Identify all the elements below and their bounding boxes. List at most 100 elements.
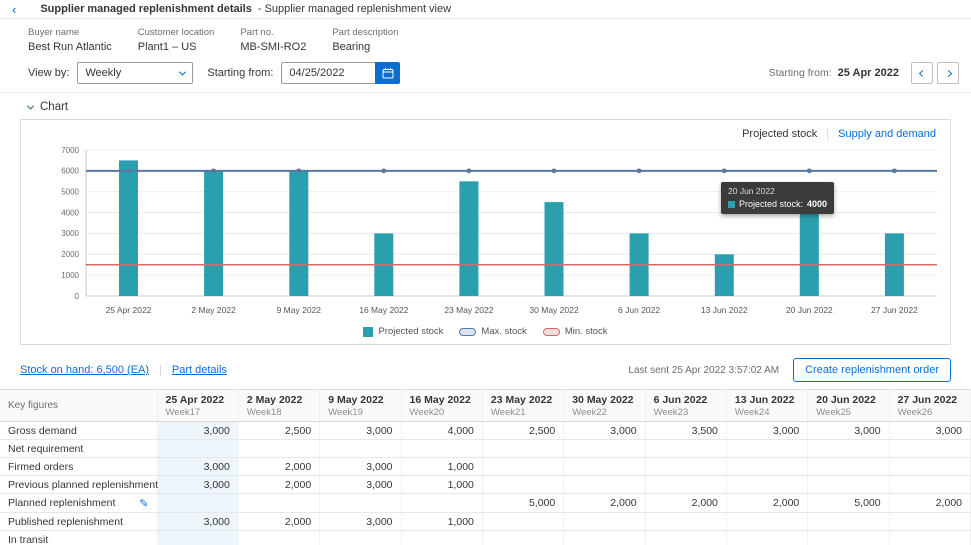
table-cell: 2,500 — [238, 422, 319, 440]
row-label: Published replenishment — [0, 513, 157, 531]
table-cell: 3,000 — [564, 422, 645, 440]
svg-text:6000: 6000 — [61, 167, 79, 176]
table-cell — [238, 494, 319, 513]
key-figures-header: Key figures — [0, 390, 157, 422]
back-icon[interactable]: ‹ — [12, 3, 16, 16]
row-label: In transit — [0, 531, 157, 545]
table-row: Previous planned replenishment3,0002,000… — [0, 476, 971, 494]
part-details-link[interactable]: Part details — [172, 364, 227, 376]
page-title-sub: - Supplier managed replenishment view — [258, 3, 451, 15]
buyer-name-value: Best Run Atlantic — [28, 41, 112, 53]
table-cell — [808, 513, 889, 531]
table-cell: 2,000 — [726, 494, 807, 513]
part-no-label: Part no. — [240, 27, 306, 38]
table-cell — [889, 513, 970, 531]
table-cell: 3,000 — [726, 422, 807, 440]
table-cell: 3,000 — [320, 513, 401, 531]
svg-text:20 Jun 2022: 20 Jun 2022 — [786, 305, 833, 315]
table-cell — [808, 476, 889, 494]
chevron-down-icon — [179, 68, 186, 75]
chart-panel-header[interactable]: Chart — [20, 98, 951, 119]
table-cell — [482, 476, 563, 494]
svg-text:2 May 2022: 2 May 2022 — [191, 305, 236, 315]
svg-text:13 Jun 2022: 13 Jun 2022 — [701, 305, 748, 315]
page-title-main: Supplier managed replenishment details — [40, 3, 252, 15]
table-cell — [564, 476, 645, 494]
view-by-select[interactable]: Weekly — [77, 62, 193, 84]
chart-card: Projected stock | Supply and demand 0100… — [20, 119, 951, 345]
svg-text:7000: 7000 — [61, 146, 79, 155]
table-cell: 3,000 — [320, 458, 401, 476]
svg-text:4000: 4000 — [61, 208, 79, 217]
last-sent-text: Last sent 25 Apr 2022 3:57:02 AM — [628, 365, 779, 376]
table-cell — [726, 531, 807, 545]
bar-swatch-icon — [363, 327, 373, 337]
table-col-header: 23 May 2022Week21 — [482, 390, 563, 422]
table-cell: 3,000 — [157, 513, 238, 531]
part-no-field: Part no. MB-SMI-RO2 — [240, 27, 306, 53]
table-cell — [726, 476, 807, 494]
previous-period-button[interactable] — [911, 62, 933, 84]
table-cell: 1,000 — [401, 476, 482, 494]
table-cell: 1,000 — [401, 513, 482, 531]
view-by-label: View by: — [28, 67, 69, 79]
svg-text:30 May 2022: 30 May 2022 — [529, 305, 578, 315]
edit-icon[interactable]: ✎ — [139, 497, 148, 510]
table-cell — [889, 531, 970, 545]
svg-text:2000: 2000 — [61, 250, 79, 259]
max-line-swatch-icon — [459, 328, 476, 336]
svg-text:23 May 2022: 23 May 2022 — [444, 305, 493, 315]
tab-projected-stock[interactable]: Projected stock — [742, 128, 817, 140]
table-cell: 5,000 — [808, 494, 889, 513]
table-cell: 4,000 — [401, 422, 482, 440]
legend-projected-stock: Projected stock — [363, 326, 443, 337]
table-cell: 5,000 — [482, 494, 563, 513]
table-cell — [889, 458, 970, 476]
table-col-header: 16 May 2022Week20 — [401, 390, 482, 422]
table-row: In transit — [0, 531, 971, 545]
projected-stock-chart[interactable]: 0100020003000400050006000700025 Apr 2022… — [21, 142, 949, 322]
table-cell — [808, 458, 889, 476]
table-cell — [238, 440, 319, 458]
table-cell: 3,000 — [320, 476, 401, 494]
table-cell — [564, 531, 645, 545]
table-cell: 2,000 — [645, 494, 726, 513]
view-by-value: Weekly — [85, 67, 121, 79]
table-col-header: 6 Jun 2022Week23 — [645, 390, 726, 422]
table-col-header: 30 May 2022Week22 — [564, 390, 645, 422]
chevron-right-icon — [944, 69, 951, 76]
tooltip-label: Projected stock: — [739, 199, 803, 209]
chart-legend: Projected stock Max. stock Min. stock — [21, 325, 950, 344]
svg-text:9 May 2022: 9 May 2022 — [277, 305, 322, 315]
table-row: Net requirement — [0, 440, 971, 458]
table-cell — [808, 531, 889, 545]
svg-text:25 Apr 2022: 25 Apr 2022 — [106, 305, 152, 315]
next-period-button[interactable] — [937, 62, 959, 84]
table-cell — [401, 440, 482, 458]
svg-text:16 May 2022: 16 May 2022 — [359, 305, 408, 315]
svg-text:27 Jun 2022: 27 Jun 2022 — [871, 305, 918, 315]
row-label: Planned replenishment✎ — [0, 494, 157, 513]
stock-on-hand-link[interactable]: Stock on hand: 6,500 (EA) — [20, 364, 149, 376]
table-cell — [564, 458, 645, 476]
tab-supply-and-demand[interactable]: Supply and demand — [838, 128, 936, 140]
row-label: Net requirement — [0, 440, 157, 458]
starting-from-date-input[interactable] — [281, 62, 375, 84]
table-cell — [645, 440, 726, 458]
min-line-swatch-icon — [543, 328, 560, 336]
table-col-header: 27 Jun 2022Week26 — [889, 390, 970, 422]
buyer-name-field: Buyer name Best Run Atlantic — [28, 27, 112, 53]
table-cell: 3,000 — [157, 458, 238, 476]
table-cell — [157, 494, 238, 513]
table-cell: 3,000 — [808, 422, 889, 440]
row-label: Firmed orders — [0, 458, 157, 476]
tooltip-date: 20 Jun 2022 — [728, 186, 827, 196]
part-no-value: MB-SMI-RO2 — [240, 41, 306, 53]
table-cell — [645, 531, 726, 545]
legend-max-stock: Max. stock — [459, 326, 526, 337]
table-row: Published replenishment3,0002,0003,0001,… — [0, 513, 971, 531]
create-replenishment-order-button[interactable]: Create replenishment order — [793, 358, 951, 382]
table-cell — [482, 440, 563, 458]
buyer-name-label: Buyer name — [28, 27, 112, 38]
calendar-button[interactable] — [375, 62, 400, 84]
